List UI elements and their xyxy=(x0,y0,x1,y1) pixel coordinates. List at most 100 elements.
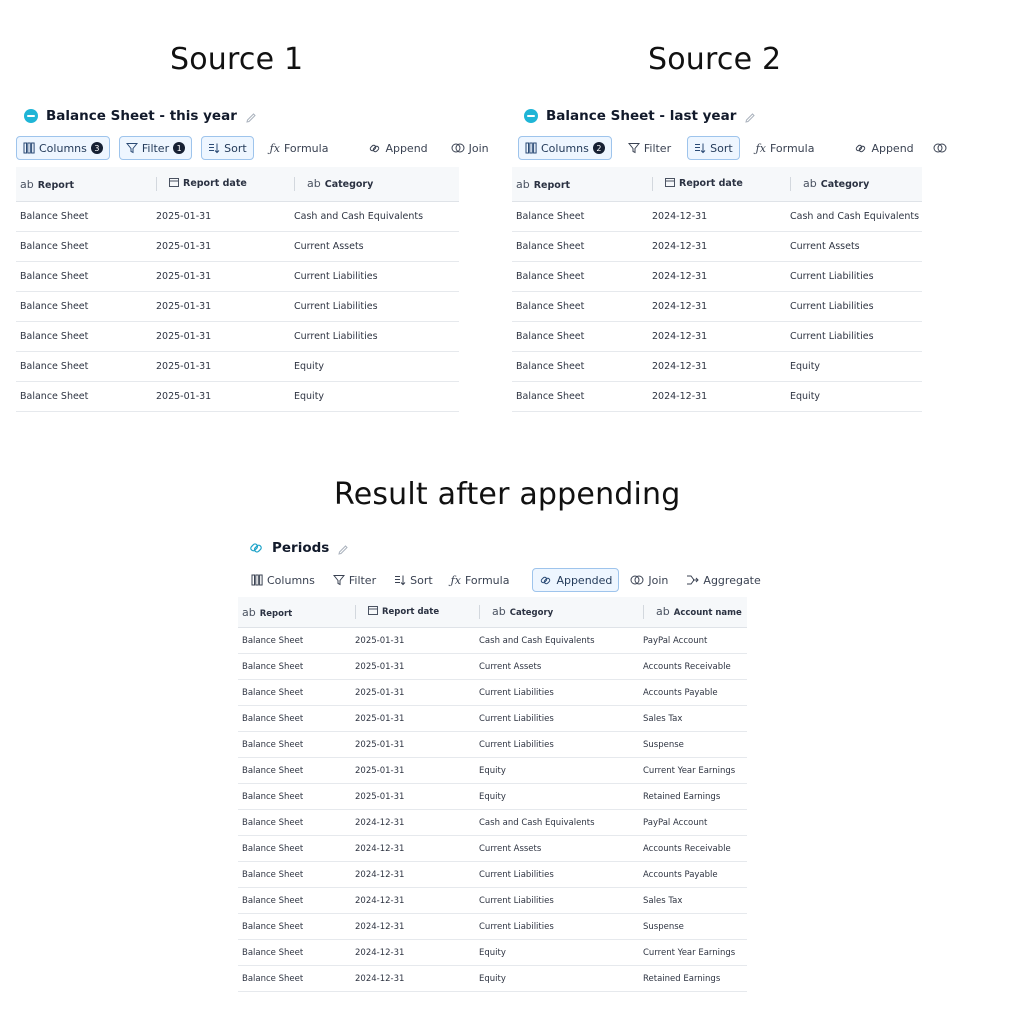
join-button[interactable]: Join xyxy=(444,136,496,160)
sort-button[interactable]: Sort xyxy=(687,136,740,160)
table-row[interactable]: Balance Sheet 2024-12-31 Current Liabiliti… xyxy=(512,291,922,322)
table-cell: Balance Sheet xyxy=(238,705,351,732)
columns-button[interactable]: Columns 3 xyxy=(16,136,110,160)
pencil-icon[interactable] xyxy=(337,541,351,555)
table-row[interactable]: Balance Sheet 2024-12-31 Current Assets Acc… xyxy=(238,835,747,862)
table-cell: Balance Sheet xyxy=(238,627,351,654)
formula-button[interactable]: ƒx Formula xyxy=(263,136,336,160)
table-row[interactable]: Balance Sheet 2025-01-31 Cash and Cash Equ… xyxy=(238,627,747,654)
table-cell: Suspense xyxy=(639,731,747,758)
columns-icon xyxy=(23,142,35,154)
sort-icon xyxy=(209,143,220,154)
append-label: Append xyxy=(385,141,428,155)
column-header-report[interactable]: ab Report xyxy=(512,167,648,202)
filter-icon xyxy=(332,575,345,586)
table-body: Balance Sheet 2025-01-31 Cash and Cash Equ… xyxy=(238,627,747,992)
table-cell: Current Liabilities xyxy=(786,261,922,292)
table-row[interactable]: Balance Sheet 2025-01-31 Cash and Cash Equ… xyxy=(16,201,459,232)
pencil-icon[interactable] xyxy=(245,109,259,123)
join-label: Join xyxy=(648,573,669,587)
table-row[interactable]: Balance Sheet 2025-01-31 Equity Current Yea… xyxy=(238,757,747,784)
columns-count-badge: 3 xyxy=(90,142,103,154)
column-header-report-date[interactable]: Report date xyxy=(152,167,290,202)
table-row[interactable]: Balance Sheet 2025-01-31 Current Liabiliti… xyxy=(16,261,459,292)
table-row[interactable]: Balance Sheet 2024-12-31 Current Assets xyxy=(512,231,922,262)
filter-button[interactable]: Filter 1 xyxy=(118,136,193,160)
table-row[interactable]: Balance Sheet 2025-01-31 Current Liabiliti… xyxy=(16,321,459,352)
table-cell: Current Assets xyxy=(475,653,639,680)
pencil-icon[interactable] xyxy=(744,109,758,123)
table-row[interactable]: Balance Sheet 2024-12-31 Current Liabiliti… xyxy=(238,861,747,888)
sort-label: Sort xyxy=(710,141,733,155)
table-row[interactable]: Balance Sheet 2025-01-31 Current Liabiliti… xyxy=(238,705,747,732)
table-row[interactable]: Balance Sheet 2024-12-31 Cash and Cash Equ… xyxy=(238,809,747,836)
filter-button[interactable]: Filter xyxy=(621,136,678,160)
column-header-category[interactable]: ab Category xyxy=(475,597,639,628)
table-cell: PayPal Account xyxy=(639,809,747,836)
sort-button[interactable]: Sort xyxy=(201,136,254,160)
column-header-category[interactable]: ab Category xyxy=(290,167,459,202)
table-row[interactable]: Balance Sheet 2025-01-31 Current Assets Acc… xyxy=(238,653,747,680)
columns-button[interactable]: Columns xyxy=(244,568,322,592)
column-header-label: Report date xyxy=(382,607,440,617)
table-row[interactable]: Balance Sheet 2024-12-31 Current Liabiliti… xyxy=(512,261,922,292)
aggregate-button[interactable]: Aggregate xyxy=(679,568,767,592)
table-row[interactable]: Balance Sheet 2024-12-31 Equity xyxy=(512,381,922,412)
sort-button[interactable]: Sort xyxy=(387,568,440,592)
table-cell: 2024-12-31 xyxy=(351,887,475,914)
formula-button[interactable]: ƒx Formula xyxy=(749,136,822,160)
column-header-report-date[interactable]: Report date xyxy=(351,597,475,628)
table-row[interactable]: Balance Sheet 2024-12-31 Equity xyxy=(512,351,922,382)
formula-icon: ƒx xyxy=(450,573,461,587)
join-button[interactable] xyxy=(930,136,950,160)
data-table: ab Report Report date ab Category Balance … xyxy=(16,167,459,412)
table-cell: Balance Sheet xyxy=(512,321,648,352)
table-cell: Accounts Receivable xyxy=(639,653,747,680)
table-row[interactable]: Balance Sheet 2025-01-31 Current Liabiliti… xyxy=(238,679,747,706)
column-header-report[interactable]: ab Report xyxy=(16,167,152,202)
column-header-label: Category xyxy=(820,179,870,190)
column-header-report[interactable]: ab Report xyxy=(238,597,351,628)
filter-label: Filter xyxy=(643,141,672,155)
column-header-account-name[interactable]: ab Account name xyxy=(639,597,747,628)
appended-label: Appended xyxy=(556,573,613,587)
table-cell: 2025-01-31 xyxy=(152,261,290,292)
formula-button[interactable]: ƒx Formula xyxy=(444,568,517,592)
table-row[interactable]: Balance Sheet 2024-12-31 Equity Retained Ea… xyxy=(238,965,747,992)
table-cell: Balance Sheet xyxy=(238,887,351,914)
aggregate-icon xyxy=(687,575,700,585)
table-cell: Current Liabilities xyxy=(475,679,639,706)
panel-title-bar: Balance Sheet - this year xyxy=(24,104,461,128)
columns-button[interactable]: Columns 2 xyxy=(518,136,612,160)
append-button[interactable]: Append xyxy=(847,136,920,160)
table-row[interactable]: Balance Sheet 2024-12-31 Cash and Cash Equ… xyxy=(512,201,922,232)
text-type-icon: ab xyxy=(20,177,34,191)
table-row[interactable]: Balance Sheet 2025-01-31 Current Assets xyxy=(16,231,459,262)
sort-label: Sort xyxy=(224,141,247,155)
table-row[interactable]: Balance Sheet 2025-01-31 Equity xyxy=(16,381,459,412)
table-row[interactable]: Balance Sheet 2024-12-31 Current Liabiliti… xyxy=(238,913,747,940)
source2-panel: Balance Sheet - last year Columns 2 Filt… xyxy=(512,104,947,412)
appended-button[interactable]: Appended xyxy=(532,568,620,592)
join-button[interactable]: Join xyxy=(623,568,675,592)
table-cell: 2025-01-31 xyxy=(152,381,290,412)
table-row[interactable]: Balance Sheet 2024-12-31 Current Liabiliti… xyxy=(238,887,747,914)
column-header-report-date[interactable]: Report date xyxy=(648,167,786,202)
append-icon xyxy=(541,576,551,584)
table-row[interactable]: Balance Sheet 2025-01-31 Current Liabiliti… xyxy=(16,291,459,322)
table-row[interactable]: Balance Sheet 2024-12-31 Equity Current Yea… xyxy=(238,939,747,966)
table-cell: Equity xyxy=(786,351,922,382)
table-cell: 2025-01-31 xyxy=(351,783,475,810)
append-button[interactable]: Append xyxy=(361,136,434,160)
table-cell: Sales Tax xyxy=(639,887,747,914)
column-header-category[interactable]: ab Category xyxy=(786,167,922,202)
table-cell: Current Liabilities xyxy=(786,321,922,352)
table-cell: Balance Sheet xyxy=(16,261,152,292)
table-row[interactable]: Balance Sheet 2025-01-31 Equity xyxy=(16,351,459,382)
table-row[interactable]: Balance Sheet 2025-01-31 Equity Retained Ea… xyxy=(238,783,747,810)
append-icon xyxy=(370,144,380,152)
table-row[interactable]: Balance Sheet 2025-01-31 Current Liabiliti… xyxy=(238,731,747,758)
formula-icon: ƒx xyxy=(269,141,280,155)
table-row[interactable]: Balance Sheet 2024-12-31 Current Liabiliti… xyxy=(512,321,922,352)
filter-button[interactable]: Filter xyxy=(326,568,383,592)
